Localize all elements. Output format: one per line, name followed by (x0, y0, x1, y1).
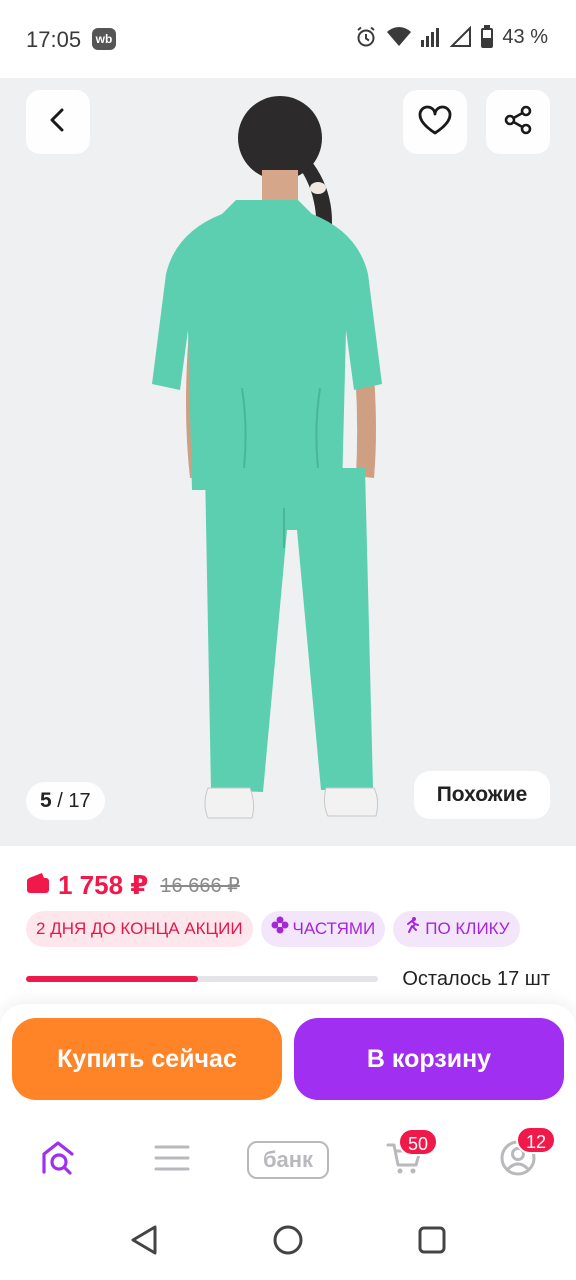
status-time: 17:05 (26, 27, 82, 52)
share-icon (503, 105, 533, 140)
wallet-icon (26, 872, 50, 899)
wifi-icon (386, 26, 412, 48)
stock-indicator: Осталось 17 шт (26, 966, 550, 994)
signal-empty-icon (450, 26, 472, 48)
price-row: 1 758 ₽ 16 666 ₽ (26, 870, 240, 901)
bank-label: банк (247, 1141, 329, 1179)
nav-bank[interactable]: банк (246, 1136, 330, 1184)
image-counter: 5 / 17 (26, 782, 105, 820)
product-photo (152, 96, 382, 819)
triangle-back-icon (129, 1224, 159, 1261)
product-image-gallery[interactable]: 5 / 17 Похожие (0, 78, 576, 846)
image-counter-total: 17 (68, 790, 91, 812)
battery-icon (480, 25, 494, 49)
one-click-badge[interactable]: ПО КЛИКУ (393, 911, 520, 947)
share-button[interactable] (486, 90, 550, 154)
status-bar: 17:05 wb 43 % (0, 0, 576, 78)
back-button[interactable] (26, 90, 90, 154)
stock-progress-track (26, 976, 378, 982)
promo-badges: 2 ДНЯ ДО КОНЦА АКЦИИ ЧАСТЯМИ ПО КЛИКУ (26, 911, 520, 947)
action-bar: Купить сейчас В корзину (0, 1004, 576, 1112)
running-man-icon (403, 911, 421, 947)
stock-remaining: Осталось 17 шт (402, 968, 550, 990)
system-home-button[interactable] (268, 1222, 308, 1262)
image-counter-separator: / (57, 790, 63, 812)
battery-percent: 43 % (502, 25, 548, 48)
price-old: 16 666 ₽ (160, 875, 240, 897)
system-recents-button[interactable] (412, 1222, 452, 1262)
chevron-left-icon (44, 106, 72, 139)
alarm-icon (354, 25, 378, 49)
one-click-label: ПО КЛИКУ (425, 919, 510, 938)
add-to-cart-button[interactable]: В корзину (294, 1018, 564, 1100)
stock-progress-fill (26, 976, 199, 982)
signal-icon (420, 26, 442, 48)
basket-count-badge: 50 (398, 1128, 439, 1156)
system-navigation-bar (0, 1206, 576, 1280)
square-recents-icon (417, 1225, 447, 1260)
flower-icon (271, 911, 289, 947)
installments-label: ЧАСТЯМИ (292, 919, 376, 938)
heart-icon (418, 105, 452, 140)
promo-deadline-label: 2 ДНЯ ДО КОНЦА АКЦИИ (36, 919, 243, 938)
nav-home[interactable] (34, 1136, 82, 1184)
home-search-icon (38, 1138, 78, 1183)
profile-notifications-badge: 12 (516, 1126, 557, 1154)
buy-now-button[interactable]: Купить сейчас (12, 1018, 282, 1100)
bottom-navigation: банк 50 12 (0, 1112, 576, 1206)
app-notification-badge: wb (92, 28, 116, 50)
installments-badge[interactable]: ЧАСТЯМИ (260, 911, 386, 947)
favorite-button[interactable] (403, 90, 467, 154)
price-current: 1 758 ₽ (58, 870, 149, 900)
image-counter-current: 5 (40, 789, 52, 812)
similar-button[interactable]: Похожие (414, 771, 550, 819)
system-back-button[interactable] (124, 1222, 164, 1262)
nav-catalog[interactable] (148, 1136, 196, 1184)
circle-home-icon (272, 1224, 304, 1261)
promo-deadline-badge[interactable]: 2 ДНЯ ДО КОНЦА АКЦИИ (26, 911, 253, 947)
menu-icon (154, 1143, 190, 1178)
status-icons: 43 % (354, 25, 548, 49)
